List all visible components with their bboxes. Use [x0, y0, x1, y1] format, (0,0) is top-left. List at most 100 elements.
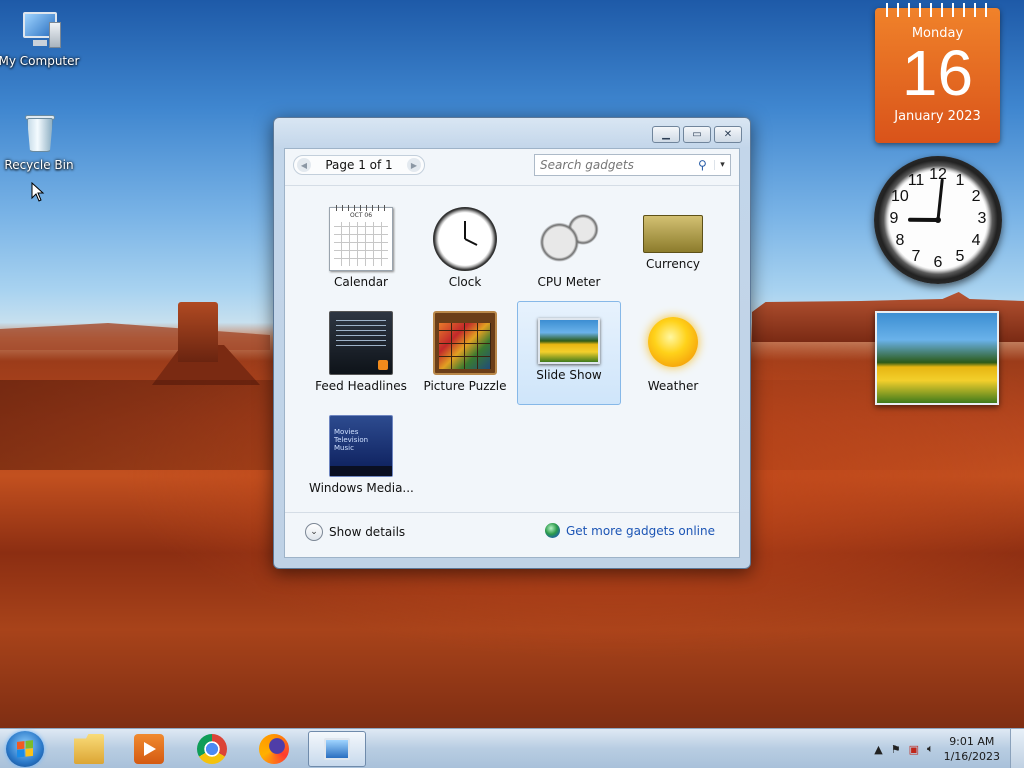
action-center-icon[interactable]: ⚑	[891, 743, 901, 756]
calendar-thumb-header: OCT 06	[349, 212, 373, 219]
feed-icon	[329, 311, 393, 375]
gadget-label: CPU Meter	[537, 275, 601, 289]
desktop-icon-my-computer[interactable]: My Computer	[0, 8, 82, 68]
gadget-tile-cpu-meter[interactable]: CPU Meter	[517, 197, 621, 301]
gadget-label: Calendar	[334, 275, 388, 289]
gallery-footer: ⌄ Show details Get more gadgets online	[285, 513, 739, 557]
media-center-icon: Movies Television Music	[329, 415, 393, 477]
media-thumb-line: Movies	[334, 428, 359, 436]
restore-icon: ▭	[692, 129, 702, 140]
calendar-rings	[881, 3, 994, 17]
desktop-icon-recycle-bin[interactable]: Recycle Bin	[0, 112, 82, 172]
gadget-tile-currency[interactable]: Currency	[621, 197, 725, 301]
tray-clock[interactable]: 9:01 AM 1/16/2023	[944, 734, 1000, 764]
gadget-label: Feed Headlines	[315, 379, 407, 393]
gadgets-icon	[324, 738, 350, 760]
search-input[interactable]	[535, 158, 698, 172]
show-details-label: Show details	[329, 525, 406, 539]
slideshow-gadget[interactable]	[875, 311, 999, 405]
desktop-icon-label: Recycle Bin	[4, 158, 74, 172]
clock-numeral: 9	[889, 210, 899, 227]
next-page-button[interactable]: ▶	[407, 158, 421, 172]
clock-numeral: 7	[911, 248, 921, 266]
tray-date: 1/16/2023	[943, 750, 1000, 763]
calendar-icon: OCT 06	[329, 205, 393, 271]
search-dropdown-button[interactable]: ▾	[714, 160, 730, 170]
gadget-label: Slide Show	[536, 368, 602, 382]
gadget-label: Weather	[647, 379, 699, 393]
gadget-label: Windows Media...	[309, 481, 414, 495]
gadget-tile-weather[interactable]: Weather	[621, 301, 725, 405]
search-box: ⚲ ▾	[534, 154, 731, 176]
taskbar-app-media-player[interactable]	[120, 731, 178, 767]
clock-numeral: 11	[907, 171, 925, 189]
weather-icon	[648, 317, 698, 367]
gadget-tile-calendar[interactable]: OCT 06 Calendar	[309, 197, 413, 301]
previous-page-button[interactable]: ◀	[297, 158, 311, 172]
desert-butte	[178, 302, 218, 362]
tray-time: 9:01 AM	[949, 735, 995, 748]
close-icon: ✕	[723, 129, 733, 140]
firefox-icon	[259, 734, 289, 764]
minimize-icon: ▁	[662, 129, 670, 140]
show-hidden-icons-button[interactable]: ▲	[874, 743, 882, 756]
divider	[285, 185, 739, 186]
gadget-tile-slide-show[interactable]: Slide Show	[517, 301, 621, 405]
close-button[interactable]: ✕	[714, 126, 742, 143]
clock-icon	[433, 207, 497, 271]
page-indicator: Page 1 of 1	[325, 158, 393, 172]
show-details-toggle[interactable]: ⌄ Show details	[305, 523, 405, 541]
system-tray: ▲ ⚑ ▣ 🔈︎ 9:01 AM 1/16/2023	[870, 729, 1024, 768]
rss-icon	[378, 360, 388, 370]
gadget-label: Currency	[645, 257, 701, 271]
taskbar-app-firefox[interactable]	[245, 731, 303, 767]
computer-icon	[17, 8, 61, 52]
taskbar: ▲ ⚑ ▣ 🔈︎ 9:01 AM 1/16/2023	[0, 728, 1024, 768]
clock-numeral: 8	[895, 232, 905, 249]
gadget-label: Picture Puzzle	[423, 379, 507, 393]
media-player-icon	[134, 734, 164, 764]
volume-icon[interactable]: 🔈︎	[927, 742, 934, 756]
clock-numeral: 12	[929, 166, 947, 183]
cpu-meter-icon	[537, 207, 601, 271]
gallery-toolbar: ◀ Page 1 of 1 ▶ ⚲ ▾	[285, 149, 739, 185]
taskbar-app-chrome[interactable]	[183, 731, 241, 767]
chevron-down-icon: ⌄	[305, 523, 323, 541]
slideshow-icon	[538, 318, 600, 364]
gadget-tile-picture-puzzle[interactable]: Picture Puzzle	[413, 301, 517, 405]
gadget-tile-windows-media-center[interactable]: Movies Television Music Windows Media...	[309, 405, 414, 509]
media-thumb-line: Television	[334, 436, 369, 444]
calendar-day-number: 16	[901, 37, 974, 109]
show-desktop-button[interactable]	[1010, 729, 1024, 768]
explorer-icon	[74, 734, 104, 764]
windows-logo-icon	[17, 740, 33, 758]
clock-numeral: 5	[955, 248, 965, 266]
clock-numeral: 2	[971, 188, 981, 205]
start-button[interactable]	[6, 731, 44, 767]
puzzle-icon	[433, 311, 497, 375]
gadget-tile-clock[interactable]: Clock	[413, 197, 517, 301]
page-navigator: ◀ Page 1 of 1 ▶	[293, 155, 425, 175]
network-icon[interactable]: ▣	[909, 743, 919, 756]
taskbar-app-explorer[interactable]	[60, 731, 118, 767]
gallery-client-area: ◀ Page 1 of 1 ▶ ⚲ ▾ OCT 06 Calendar	[284, 148, 740, 558]
gadget-gallery-window: ▁ ▭ ✕ ◀ Page 1 of 1 ▶ ⚲ ▾ OCT 06	[273, 117, 751, 569]
recycle-bin-icon	[17, 112, 61, 156]
desert-background	[0, 323, 270, 350]
search-icon[interactable]: ⚲	[698, 158, 714, 172]
clock-gadget[interactable]: 12 1 2 3 4 5 6 7 8 9 10 11	[874, 156, 1002, 284]
clock-numeral: 6	[933, 254, 943, 271]
clock-numeral: 3	[977, 210, 987, 227]
clock-numeral: 10	[890, 188, 909, 205]
calendar-gadget[interactable]: Monday 16 January 2023	[875, 3, 1000, 143]
get-more-gadgets-link[interactable]: Get more gadgets online	[544, 523, 715, 538]
desktop-icon-label: My Computer	[0, 54, 80, 68]
media-thumb-line: Music	[334, 444, 354, 452]
restore-button[interactable]: ▭	[683, 126, 711, 143]
gadget-tile-feed-headlines[interactable]: Feed Headlines	[309, 301, 413, 405]
minimize-button[interactable]: ▁	[652, 126, 680, 143]
gadget-label: Clock	[448, 275, 482, 289]
get-more-gadgets-label: Get more gadgets online	[565, 523, 715, 538]
calendar-month-year: January 2023	[894, 109, 981, 124]
taskbar-app-gadgets[interactable]	[308, 731, 366, 767]
